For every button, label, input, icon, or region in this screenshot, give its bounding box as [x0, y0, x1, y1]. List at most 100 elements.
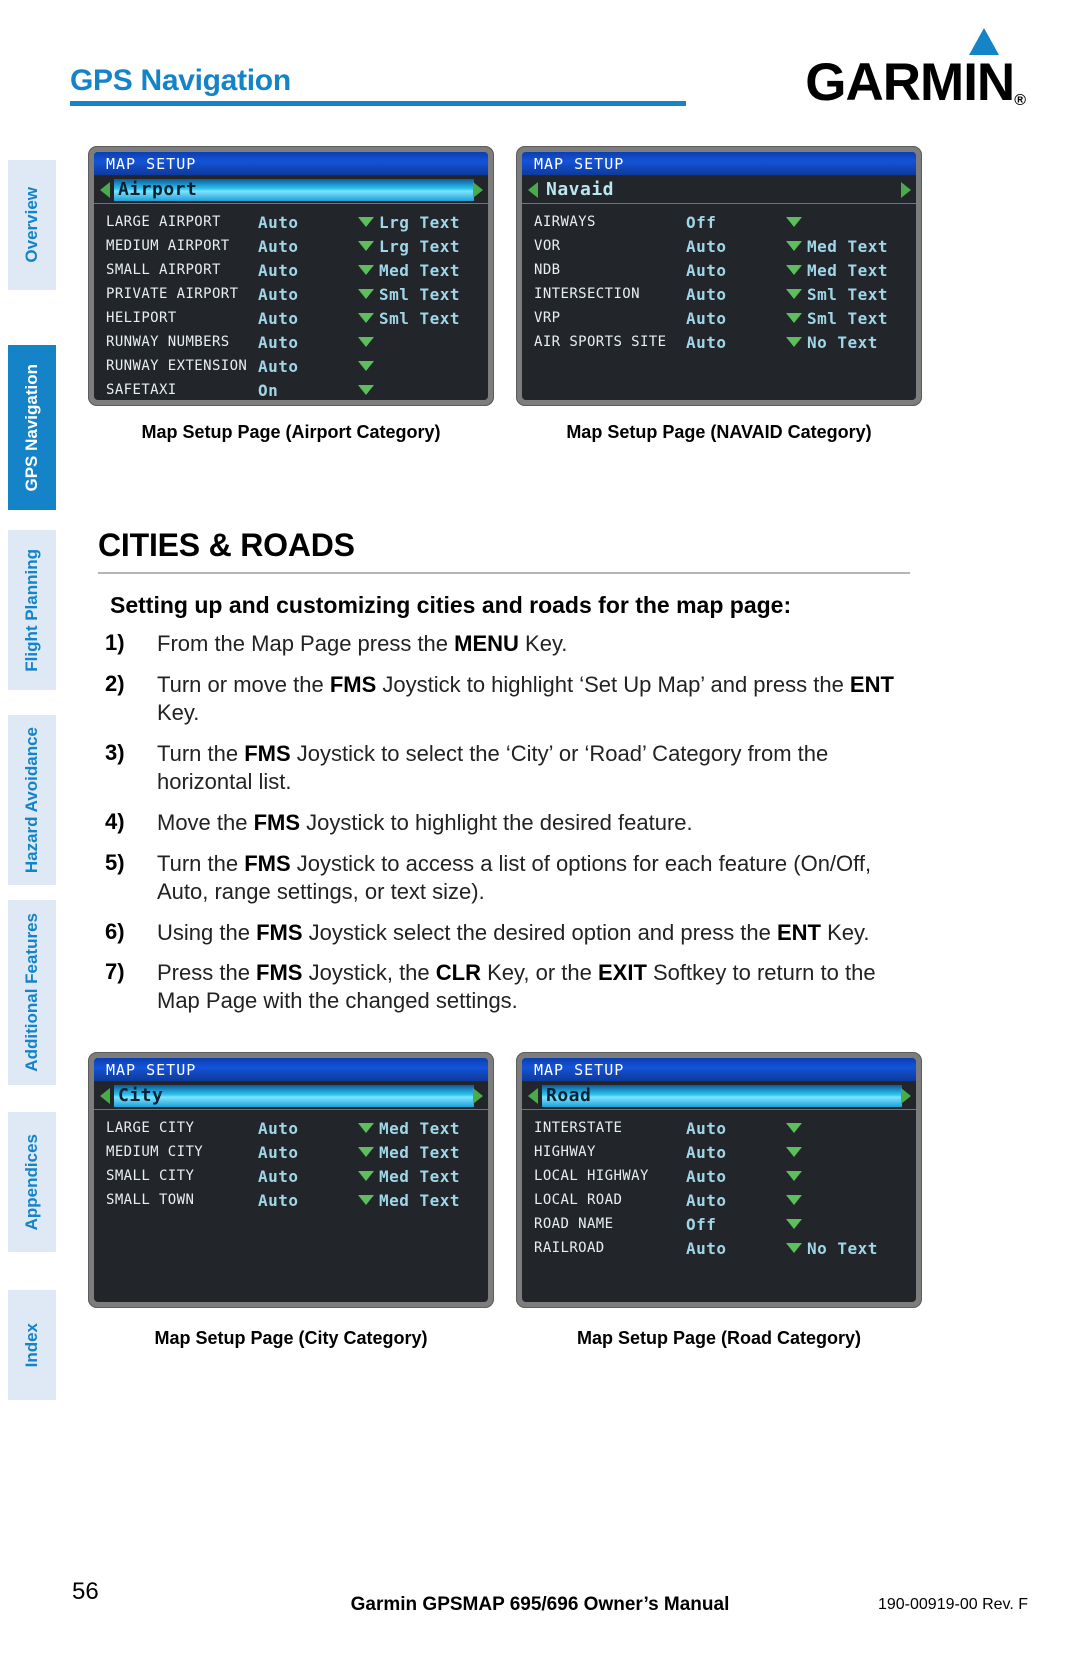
setting-text-size[interactable]: Med Text — [379, 1167, 484, 1186]
category-selector[interactable]: Road — [522, 1082, 916, 1110]
chevron-down-icon[interactable] — [353, 1171, 379, 1181]
sidebar-item-additional-features[interactable]: Additional Features — [8, 900, 56, 1085]
chevron-right-icon[interactable] — [901, 1088, 911, 1104]
chevron-down-icon[interactable] — [484, 313, 488, 323]
setting-text-size[interactable]: Med Text — [807, 237, 912, 256]
setting-text-size[interactable]: Sml Text — [379, 309, 484, 328]
setting-value[interactable]: Off — [686, 1215, 781, 1234]
setting-text-size[interactable]: Med Text — [379, 1191, 484, 1210]
setting-value[interactable]: Auto — [686, 1119, 781, 1138]
setting-value[interactable]: Auto — [686, 261, 781, 280]
chevron-down-icon — [912, 1147, 916, 1157]
sidebar-item-index[interactable]: Index — [8, 1290, 56, 1400]
chevron-down-icon[interactable] — [912, 289, 916, 299]
chevron-down-icon[interactable] — [912, 1243, 916, 1253]
chevron-down-icon[interactable] — [912, 265, 916, 275]
chevron-right-icon[interactable] — [473, 1088, 483, 1104]
setting-text-size[interactable]: Med Text — [807, 261, 912, 280]
chevron-right-icon[interactable] — [473, 182, 483, 198]
setting-value[interactable]: Auto — [258, 237, 353, 256]
chevron-down-icon[interactable] — [353, 289, 379, 299]
chevron-down-icon[interactable] — [353, 337, 379, 347]
setting-value[interactable]: Auto — [258, 309, 353, 328]
setting-value[interactable]: Auto — [258, 261, 353, 280]
setting-value[interactable]: Off — [686, 213, 781, 232]
setting-text-size[interactable]: No Text — [807, 1239, 912, 1258]
chevron-down-icon[interactable] — [353, 241, 379, 251]
chevron-down-icon[interactable] — [353, 217, 379, 227]
setting-text-size[interactable]: No Text — [807, 333, 912, 352]
setting-value[interactable]: Auto — [686, 1191, 781, 1210]
chevron-down-icon[interactable] — [781, 217, 807, 227]
setting-value[interactable]: Auto — [258, 213, 353, 232]
setting-text-size[interactable]: Sml Text — [379, 285, 484, 304]
chevron-left-icon[interactable] — [528, 181, 538, 198]
chevron-down-icon[interactable] — [484, 1195, 488, 1205]
chevron-down-icon[interactable] — [353, 1123, 379, 1133]
chevron-down-icon[interactable] — [353, 265, 379, 275]
setting-value[interactable]: Auto — [686, 333, 781, 352]
chevron-down-icon[interactable] — [484, 289, 488, 299]
chevron-down-icon[interactable] — [353, 1195, 379, 1205]
chevron-down-icon[interactable] — [781, 265, 807, 275]
setting-text-size[interactable]: Sml Text — [807, 285, 912, 304]
setting-text-size[interactable]: Med Text — [379, 1143, 484, 1162]
setting-value[interactable]: Auto — [686, 1143, 781, 1162]
setting-value[interactable]: Auto — [258, 1191, 353, 1210]
step-item: 6) Using the FMS Joystick select the desi… — [105, 919, 915, 947]
chevron-down-icon[interactable] — [781, 313, 807, 323]
chevron-down-icon[interactable] — [484, 265, 488, 275]
chevron-down-icon[interactable] — [781, 1123, 807, 1133]
setting-value[interactable]: Auto — [258, 285, 353, 304]
caret-glyph — [358, 265, 374, 275]
setting-value[interactable]: Auto — [258, 1143, 353, 1162]
chevron-down-icon[interactable] — [353, 361, 379, 371]
chevron-down-icon[interactable] — [781, 1243, 807, 1253]
setting-value[interactable]: Auto — [686, 285, 781, 304]
chevron-down-icon[interactable] — [353, 1147, 379, 1157]
setting-value[interactable]: Auto — [258, 1167, 353, 1186]
category-selector[interactable]: City — [94, 1082, 488, 1110]
setting-value[interactable]: Auto — [258, 1119, 353, 1138]
category-selector[interactable]: Airport — [94, 176, 488, 204]
chevron-down-icon[interactable] — [353, 385, 379, 395]
setting-text-size[interactable]: Med Text — [379, 261, 484, 280]
setting-value[interactable]: Auto — [258, 333, 353, 352]
setting-text-size[interactable]: Med Text — [379, 1119, 484, 1138]
sidebar-item-flight-planning[interactable]: Flight Planning — [8, 530, 56, 690]
setting-value[interactable]: On — [258, 381, 353, 400]
chevron-down-icon[interactable] — [484, 241, 488, 251]
sidebar-item-appendices[interactable]: Appendices — [8, 1112, 56, 1252]
sidebar-item-hazard-avoidance[interactable]: Hazard Avoidance — [8, 715, 56, 885]
setting-value[interactable]: Auto — [686, 309, 781, 328]
chevron-down-icon[interactable] — [353, 313, 379, 323]
chevron-down-icon[interactable] — [484, 217, 488, 227]
chevron-down-icon[interactable] — [781, 1171, 807, 1181]
chevron-left-icon[interactable] — [100, 1087, 110, 1104]
chevron-left-icon[interactable] — [528, 1087, 538, 1104]
setting-text-size[interactable]: Lrg Text — [379, 213, 484, 232]
setting-text-size[interactable]: Sml Text — [807, 309, 912, 328]
chevron-down-icon[interactable] — [484, 1171, 488, 1181]
chevron-down-icon[interactable] — [912, 241, 916, 251]
setting-text-size[interactable]: Lrg Text — [379, 237, 484, 256]
chevron-down-icon[interactable] — [912, 313, 916, 323]
chevron-left-icon[interactable] — [100, 181, 110, 198]
chevron-down-icon[interactable] — [484, 1123, 488, 1133]
setting-value[interactable]: Auto — [686, 1239, 781, 1258]
sidebar-item-overview[interactable]: Overview — [8, 160, 56, 290]
chevron-down-icon[interactable] — [781, 337, 807, 347]
setting-value[interactable]: Auto — [686, 237, 781, 256]
category-selector[interactable]: Navaid — [522, 176, 916, 204]
setting-value[interactable]: Auto — [686, 1167, 781, 1186]
chevron-down-icon[interactable] — [781, 241, 807, 251]
sidebar-item-gps-navigation[interactable]: GPS Navigation — [8, 345, 56, 510]
chevron-right-icon[interactable] — [901, 182, 911, 198]
setting-value[interactable]: Auto — [258, 357, 353, 376]
chevron-down-icon[interactable] — [781, 1195, 807, 1205]
chevron-down-icon[interactable] — [781, 289, 807, 299]
chevron-down-icon[interactable] — [781, 1147, 807, 1157]
chevron-down-icon[interactable] — [781, 1219, 807, 1229]
chevron-down-icon[interactable] — [912, 337, 916, 347]
chevron-down-icon[interactable] — [484, 1147, 488, 1157]
